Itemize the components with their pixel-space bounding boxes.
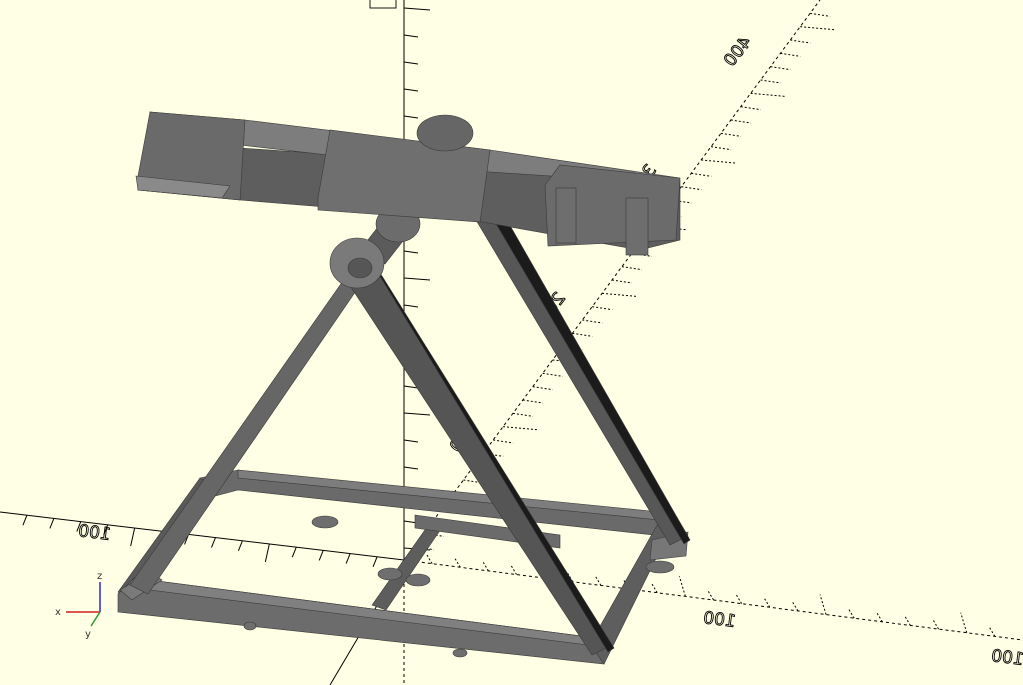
x-tick-pos [875,611,883,623]
y-tick [582,319,603,324]
x-tick-neg [130,527,136,547]
puck-center-a [377,567,403,581]
y-tick [592,306,613,311]
gizmo-y-label: y [85,629,91,640]
y-tick [611,279,633,284]
z-tick [403,7,431,11]
x-label-100: 100 [702,608,737,632]
y-tick [542,372,563,377]
x-tick-pos [763,597,771,608]
x-tick-pos [650,582,658,593]
x-label-far: 100 [990,646,1023,670]
orientation-gizmo: z x y [55,571,102,640]
y-tick [701,159,736,164]
x-tick-pos [847,607,855,619]
z-tick [403,439,419,443]
y-tick [621,266,642,271]
x-tick-pos [594,575,602,586]
z-tick [403,412,431,416]
x-tick-pos [819,594,827,615]
x-tick-neg [372,556,378,567]
x-label-neg-100: 100 [77,521,112,545]
y-tick [800,26,835,31]
x-tick-pos [425,553,433,564]
x-tick-pos [735,593,743,604]
legs [129,204,691,656]
y-tick [710,146,732,151]
pivot-bore [347,257,373,279]
gizmo-z-label: z [97,571,102,582]
y-label-400: 400 [720,33,756,71]
x-tick-neg [49,518,55,529]
puck-right [645,560,675,574]
z-tick [403,34,419,38]
y-tick [750,92,785,97]
y-tick [503,426,538,431]
boom-right-post-1 [555,187,577,244]
y-tick [790,39,811,44]
leg-left [129,277,359,595]
z-top-label-box [369,0,397,9]
base-cross-rail [371,519,446,611]
x-axis-negative [0,511,405,561]
y-tick [780,52,801,57]
gizmo-y-axis [90,611,101,627]
x-tick-neg [211,537,216,548]
x-tick-neg [264,543,270,563]
x-tick-pos [791,600,799,612]
gizmo-x-label: x [55,607,61,618]
pivot-hub [329,205,421,289]
y-tick [512,412,534,417]
x-tick-pos [481,560,489,572]
x-tick-neg [237,540,243,551]
y-tick [760,79,781,84]
y-tick [691,172,712,177]
x-tick-pos [932,618,940,630]
z-tick [403,88,419,92]
z-tick [403,304,419,308]
puck-center-b [405,573,431,587]
boom-right-post-2 [625,197,649,256]
x-tick-pos [988,626,996,637]
y-tick [810,12,831,17]
3d-viewport[interactable]: 400 300 200 100 100 100 100 [0,0,1023,685]
y-tick [572,332,593,337]
puck-left [243,621,257,631]
z-tick [403,277,431,281]
x-tick-pos [510,564,517,575]
x-tick-pos [707,589,714,601]
leg-center-shadow [374,267,615,653]
x-tick-neg [291,547,297,558]
leg-right-shadow [487,207,691,545]
y-tick [493,439,514,444]
y-tick [730,119,751,124]
x-tick-neg [318,550,324,561]
z-tick [403,61,419,65]
z-tick [403,466,419,470]
x-tick-pos [904,615,911,626]
x-tick-neg [22,515,28,526]
x-tick-pos [453,557,461,568]
puck-front [452,648,468,658]
z-tick [403,115,419,119]
z-tick [403,250,419,254]
y-tick [522,399,543,404]
puck-back [311,515,339,529]
y-tick [740,106,761,111]
x-tick-pos [960,612,968,633]
y-tick [602,292,637,297]
y-tick [532,386,553,391]
y-tick [681,186,702,191]
x-tick-pos [678,576,686,597]
y-tick [720,132,742,137]
x-tick-neg [345,553,351,564]
y-tick [770,66,791,71]
boom-top-knob [416,114,474,152]
